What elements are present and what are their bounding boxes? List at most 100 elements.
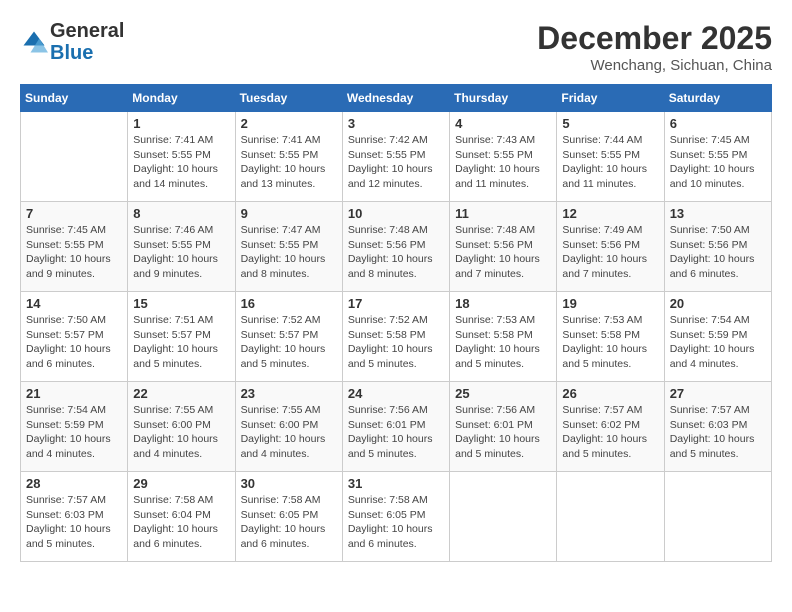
calendar-cell: 21Sunrise: 7:54 AMSunset: 5:59 PMDayligh… <box>21 382 128 472</box>
day-number: 17 <box>348 296 444 311</box>
day-detail: Sunrise: 7:45 AMSunset: 5:55 PMDaylight:… <box>26 223 122 282</box>
calendar-cell: 25Sunrise: 7:56 AMSunset: 6:01 PMDayligh… <box>450 382 557 472</box>
day-detail: Sunrise: 7:58 AMSunset: 6:05 PMDaylight:… <box>348 493 444 552</box>
day-detail: Sunrise: 7:41 AMSunset: 5:55 PMDaylight:… <box>133 133 229 192</box>
week-row-2: 7 Sunrise: 7:45 AMSunset: 5:55 PMDaylight… <box>21 202 772 292</box>
header-cell-wednesday: Wednesday <box>342 85 449 112</box>
calendar-cell: 23Sunrise: 7:55 AMSunset: 6:00 PMDayligh… <box>235 382 342 472</box>
day-detail: Sunrise: 7:50 AMSunset: 5:56 PMDaylight:… <box>670 223 766 282</box>
day-detail: Sunrise: 7:54 AMSunset: 5:59 PMDaylight:… <box>26 403 122 462</box>
day-number: 4 <box>455 116 551 131</box>
calendar-cell <box>557 472 664 562</box>
logo: General Blue <box>20 20 124 64</box>
title-block: December 2025 Wenchang, Sichuan, China <box>537 20 772 74</box>
day-detail: Sunrise: 7:41 AMSunset: 5:55 PMDaylight:… <box>241 133 337 192</box>
day-number: 26 <box>562 386 658 401</box>
day-number: 22 <box>133 386 229 401</box>
day-detail: Sunrise: 7:57 AMSunset: 6:03 PMDaylight:… <box>670 403 766 462</box>
calendar-cell: 22 Sunrise: 7:55 AMSunset: 6:00 PMDayligh… <box>128 382 235 472</box>
day-number: 7 <box>26 206 122 221</box>
day-detail: Sunrise: 7:42 AMSunset: 5:55 PMDaylight:… <box>348 133 444 192</box>
day-detail: Sunrise: 7:52 AMSunset: 5:58 PMDaylight:… <box>348 313 444 372</box>
day-number: 29 <box>133 476 229 491</box>
day-detail: Sunrise: 7:58 AMSunset: 6:04 PMDaylight:… <box>133 493 229 552</box>
day-detail: Sunrise: 7:48 AMSunset: 5:56 PMDaylight:… <box>455 223 551 282</box>
day-detail: Sunrise: 7:47 AMSunset: 5:55 PMDaylight:… <box>241 223 337 282</box>
logo-text: General Blue <box>50 20 124 64</box>
day-detail: Sunrise: 7:46 AMSunset: 5:55 PMDaylight:… <box>133 223 229 282</box>
day-number: 24 <box>348 386 444 401</box>
calendar-cell: 10Sunrise: 7:48 AMSunset: 5:56 PMDayligh… <box>342 202 449 292</box>
day-detail: Sunrise: 7:44 AMSunset: 5:55 PMDaylight:… <box>562 133 658 192</box>
calendar-cell: 6Sunrise: 7:45 AMSunset: 5:55 PMDaylight… <box>664 112 771 202</box>
day-detail: Sunrise: 7:55 AMSunset: 6:00 PMDaylight:… <box>241 403 337 462</box>
day-detail: Sunrise: 7:52 AMSunset: 5:57 PMDaylight:… <box>241 313 337 372</box>
header-row: SundayMondayTuesdayWednesdayThursdayFrid… <box>21 85 772 112</box>
day-number: 10 <box>348 206 444 221</box>
calendar-cell: 30Sunrise: 7:58 AMSunset: 6:05 PMDayligh… <box>235 472 342 562</box>
logo-line1: General <box>50 20 124 42</box>
day-number: 19 <box>562 296 658 311</box>
calendar-header: SundayMondayTuesdayWednesdayThursdayFrid… <box>21 85 772 112</box>
week-row-3: 14 Sunrise: 7:50 AMSunset: 5:57 PMDayligh… <box>21 292 772 382</box>
calendar-cell <box>450 472 557 562</box>
day-number: 30 <box>241 476 337 491</box>
day-detail: Sunrise: 7:57 AMSunset: 6:02 PMDaylight:… <box>562 403 658 462</box>
day-detail: Sunrise: 7:53 AMSunset: 5:58 PMDaylight:… <box>455 313 551 372</box>
day-detail: Sunrise: 7:50 AMSunset: 5:57 PMDaylight:… <box>26 313 122 372</box>
day-number: 18 <box>455 296 551 311</box>
day-number: 12 <box>562 206 658 221</box>
calendar-cell: 20 Sunrise: 7:54 AMSunset: 5:59 PMDayligh… <box>664 292 771 382</box>
calendar-cell: 9 Sunrise: 7:47 AMSunset: 5:55 PMDaylight… <box>235 202 342 292</box>
calendar-cell: 19Sunrise: 7:53 AMSunset: 5:58 PMDayligh… <box>557 292 664 382</box>
header-cell-saturday: Saturday <box>664 85 771 112</box>
day-detail: Sunrise: 7:57 AMSunset: 6:03 PMDaylight:… <box>26 493 122 552</box>
day-detail: Sunrise: 7:55 AMSunset: 6:00 PMDaylight:… <box>133 403 229 462</box>
day-number: 14 <box>26 296 122 311</box>
week-row-1: 1 Sunrise: 7:41 AMSunset: 5:55 PMDaylight… <box>21 112 772 202</box>
day-number: 28 <box>26 476 122 491</box>
calendar-body: 1 Sunrise: 7:41 AMSunset: 5:55 PMDaylight… <box>21 112 772 562</box>
week-row-4: 21Sunrise: 7:54 AMSunset: 5:59 PMDayligh… <box>21 382 772 472</box>
calendar-cell: 8 Sunrise: 7:46 AMSunset: 5:55 PMDaylight… <box>128 202 235 292</box>
day-number: 16 <box>241 296 337 311</box>
calendar-cell: 17 Sunrise: 7:52 AMSunset: 5:58 PMDayligh… <box>342 292 449 382</box>
day-number: 27 <box>670 386 766 401</box>
calendar-cell: 11 Sunrise: 7:48 AMSunset: 5:56 PMDayligh… <box>450 202 557 292</box>
header-cell-thursday: Thursday <box>450 85 557 112</box>
week-row-5: 28 Sunrise: 7:57 AMSunset: 6:03 PMDayligh… <box>21 472 772 562</box>
calendar-cell: 3 Sunrise: 7:42 AMSunset: 5:55 PMDaylight… <box>342 112 449 202</box>
calendar-cell: 14 Sunrise: 7:50 AMSunset: 5:57 PMDayligh… <box>21 292 128 382</box>
logo-icon <box>20 28 48 56</box>
calendar-cell: 26 Sunrise: 7:57 AMSunset: 6:02 PMDayligh… <box>557 382 664 472</box>
calendar-cell: 28 Sunrise: 7:57 AMSunset: 6:03 PMDayligh… <box>21 472 128 562</box>
day-number: 1 <box>133 116 229 131</box>
calendar-cell: 31 Sunrise: 7:58 AMSunset: 6:05 PMDayligh… <box>342 472 449 562</box>
header-cell-tuesday: Tuesday <box>235 85 342 112</box>
day-number: 11 <box>455 206 551 221</box>
calendar-cell: 29 Sunrise: 7:58 AMSunset: 6:04 PMDayligh… <box>128 472 235 562</box>
day-number: 15 <box>133 296 229 311</box>
day-number: 3 <box>348 116 444 131</box>
header-cell-monday: Monday <box>128 85 235 112</box>
calendar-cell: 27 Sunrise: 7:57 AMSunset: 6:03 PMDayligh… <box>664 382 771 472</box>
day-detail: Sunrise: 7:54 AMSunset: 5:59 PMDaylight:… <box>670 313 766 372</box>
month-title: December 2025 <box>537 20 772 57</box>
header-cell-sunday: Sunday <box>21 85 128 112</box>
day-detail: Sunrise: 7:51 AMSunset: 5:57 PMDaylight:… <box>133 313 229 372</box>
calendar-cell: 13Sunrise: 7:50 AMSunset: 5:56 PMDayligh… <box>664 202 771 292</box>
day-number: 8 <box>133 206 229 221</box>
calendar-cell: 7 Sunrise: 7:45 AMSunset: 5:55 PMDaylight… <box>21 202 128 292</box>
calendar-cell <box>664 472 771 562</box>
calendar-table: SundayMondayTuesdayWednesdayThursdayFrid… <box>20 84 772 562</box>
calendar-cell: 4Sunrise: 7:43 AMSunset: 5:55 PMDaylight… <box>450 112 557 202</box>
calendar-cell <box>21 112 128 202</box>
header-cell-friday: Friday <box>557 85 664 112</box>
logo-line2: Blue <box>50 42 93 64</box>
day-number: 9 <box>241 206 337 221</box>
day-number: 2 <box>241 116 337 131</box>
day-number: 31 <box>348 476 444 491</box>
day-number: 20 <box>670 296 766 311</box>
calendar-cell: 16 Sunrise: 7:52 AMSunset: 5:57 PMDayligh… <box>235 292 342 382</box>
page-header: General Blue December 2025 Wenchang, Sic… <box>20 20 772 74</box>
